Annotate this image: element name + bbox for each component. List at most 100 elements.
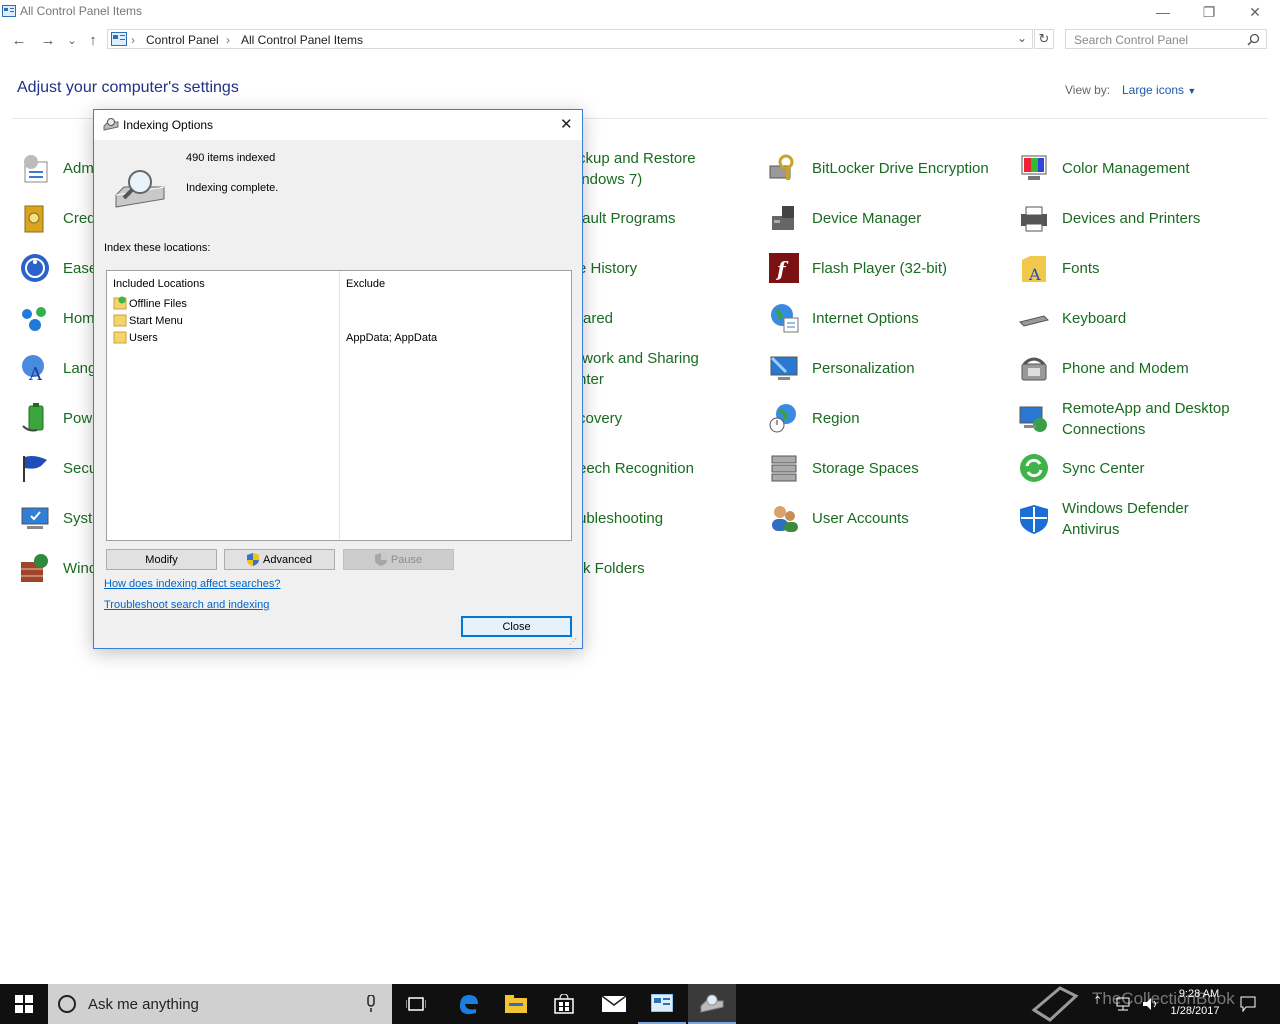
svg-text:A: A (1028, 265, 1041, 284)
cp-item-flash-player[interactable]: f Flash Player (32-bit) (768, 252, 947, 284)
locations-list[interactable]: Included Locations Exclude Offline Files… (106, 270, 572, 541)
store-icon (554, 994, 574, 1014)
cp-item-user-accounts[interactable]: User Accounts (768, 502, 909, 534)
cp-item-label: Syst (63, 509, 93, 527)
chevron-down-icon: ▼ (1187, 86, 1197, 96)
task-view-button[interactable] (392, 984, 440, 1024)
cp-item-work-folders[interactable]: rk Folders (578, 558, 645, 579)
cp-item-administrative-tools[interactable]: Adm (19, 152, 94, 184)
task-view-icon (406, 997, 426, 1011)
search-box[interactable]: Search Control Panel (1065, 29, 1267, 49)
cp-item-ease-of-access[interactable]: Ease (19, 252, 97, 284)
troubleshoot-link[interactable]: Troubleshoot search and indexing (104, 599, 269, 611)
view-by-value[interactable]: Large icons (1122, 83, 1184, 97)
location-name: Offline Files (129, 298, 187, 310)
cp-item-devices-and-printers[interactable]: Devices and Printers (1018, 202, 1200, 234)
file-explorer-taskbar-button[interactable] (492, 984, 540, 1024)
volume-icon[interactable] (1142, 997, 1160, 1011)
cp-item-infrared[interactable]: rared (578, 308, 613, 329)
minimize-button[interactable]: — (1140, 0, 1186, 24)
cp-item-windows-defender[interactable]: Windows Defender Antivirus (1018, 498, 1189, 540)
show-hidden-icons[interactable]: ⌃ (1093, 994, 1102, 1007)
close-button[interactable]: ✕ (1232, 0, 1278, 24)
indexing-options-taskbar-button[interactable] (688, 984, 736, 1024)
cp-item-device-manager[interactable]: Device Manager (768, 202, 921, 234)
cp-item-personalization[interactable]: Personalization (768, 352, 915, 384)
breadcrumb-control-panel[interactable]: Control Panel (146, 33, 219, 47)
clock-date[interactable]: 1/28/2017 (1166, 1005, 1224, 1017)
folder-icon (505, 995, 527, 1013)
address-dropdown-button[interactable]: ⌄ (1017, 31, 1027, 45)
flag-icon (23, 456, 47, 482)
cp-item-remoteapp[interactable]: RemoteApp and Desktop Connections (1018, 398, 1230, 440)
breadcrumb-separator: › (226, 33, 230, 47)
cp-item-speech-recognition[interactable]: eech Recognition (578, 458, 694, 479)
restore-button[interactable]: ❐ (1186, 0, 1232, 24)
list-item[interactable]: Users AppData; AppData (113, 330, 569, 346)
edge-taskbar-button[interactable] (444, 984, 492, 1024)
network-icon[interactable] (1116, 997, 1134, 1011)
cp-item-region[interactable]: Region (768, 402, 860, 434)
view-by-dropdown[interactable]: Large icons ▼ (1122, 83, 1196, 97)
cp-item-label: ubleshooting (578, 510, 664, 527)
cp-item-phone-and-modem[interactable]: Phone and Modem (1018, 352, 1189, 384)
store-taskbar-button[interactable] (540, 984, 588, 1024)
cp-item-network-and-sharing[interactable]: twork and Sharing nter (578, 348, 699, 390)
dialog-close-icon[interactable]: ✕ (560, 115, 573, 133)
cp-item-recovery[interactable]: covery (578, 408, 622, 429)
recent-locations-button[interactable]: ⌄ (62, 31, 82, 49)
cp-item-label: Keyboard (1062, 309, 1127, 327)
search-icon[interactable] (1247, 33, 1260, 46)
column-header-exclude[interactable]: Exclude (346, 278, 385, 290)
cp-item-homegroup[interactable]: Hom (19, 302, 95, 334)
column-header-included[interactable]: Included Locations (113, 278, 205, 290)
advanced-button[interactable]: Advanced (224, 549, 335, 570)
cp-item-storage-spaces[interactable]: Storage Spaces (768, 452, 919, 484)
windows-logo-icon (15, 995, 33, 1013)
cp-item-internet-options[interactable]: Internet Options (768, 302, 919, 334)
cp-item-label: Personalization (812, 359, 915, 377)
cortana-search-box[interactable]: Ask me anything (48, 984, 392, 1024)
cp-item-windows-firewall[interactable]: Wind (19, 552, 97, 584)
control-panel-taskbar-button[interactable] (638, 984, 686, 1024)
cp-item-label: Windows Defender Antivirus (1062, 500, 1189, 538)
cp-item-bitlocker[interactable]: BitLocker Drive Encryption (768, 152, 989, 184)
search-input[interactable]: Search Control Panel (1074, 33, 1188, 47)
refresh-button[interactable]: ↻ (1034, 29, 1054, 49)
address-bar[interactable]: › Control Panel › All Control Panel Item… (107, 29, 1033, 49)
cp-item-label: Flash Player (32-bit) (812, 259, 948, 277)
cp-item-troubleshooting[interactable]: ubleshooting (578, 508, 663, 529)
cp-item-backup-and-restore[interactable]: ckup and Restore indows 7) (578, 148, 696, 190)
cp-item-label: Phone and Modem (1062, 359, 1189, 377)
cp-item-credential-manager[interactable]: Cred (19, 202, 96, 234)
resize-grip-icon[interactable]: ⋰ (569, 637, 577, 646)
language-icon: A (22, 355, 44, 384)
how-indexing-link[interactable]: How does indexing affect searches? (104, 578, 281, 590)
breadcrumb-all-items[interactable]: All Control Panel Items (241, 33, 363, 47)
cp-item-file-history[interactable]: e History (578, 258, 637, 279)
back-button[interactable]: ← (9, 31, 29, 49)
modify-button[interactable]: Modify (106, 549, 217, 570)
printer-icon (1021, 206, 1047, 232)
microphone-icon[interactable] (366, 995, 376, 1013)
close-dialog-button[interactable]: Close (461, 616, 572, 637)
cp-item-language[interactable]: A Lang (19, 352, 96, 384)
clock-time[interactable]: 9:28 AM (1170, 988, 1228, 1000)
list-item[interactable]: Start Menu (113, 313, 569, 329)
cp-item-system[interactable]: Syst (19, 502, 92, 534)
cp-item-power-options[interactable]: Pow (19, 402, 92, 434)
forward-button[interactable]: → (38, 31, 58, 49)
action-center-icon[interactable] (1240, 996, 1256, 1012)
cp-item-label: twork and Sharing nter (578, 350, 699, 388)
cp-item-color-management[interactable]: Color Management (1018, 152, 1190, 184)
mail-taskbar-button[interactable] (590, 984, 638, 1024)
cp-item-security-and-maintenance[interactable]: Secu (19, 452, 97, 484)
cp-item-fonts[interactable]: A Fonts (1018, 252, 1100, 284)
cp-item-keyboard[interactable]: Keyboard (1018, 302, 1126, 334)
start-button[interactable] (0, 984, 48, 1024)
up-button[interactable]: ↑ (83, 31, 103, 49)
cp-item-default-programs[interactable]: fault Programs (578, 208, 676, 229)
pause-button[interactable]: Pause (343, 549, 454, 570)
cp-item-sync-center[interactable]: Sync Center (1018, 452, 1145, 484)
list-item[interactable]: Offline Files (113, 296, 569, 312)
